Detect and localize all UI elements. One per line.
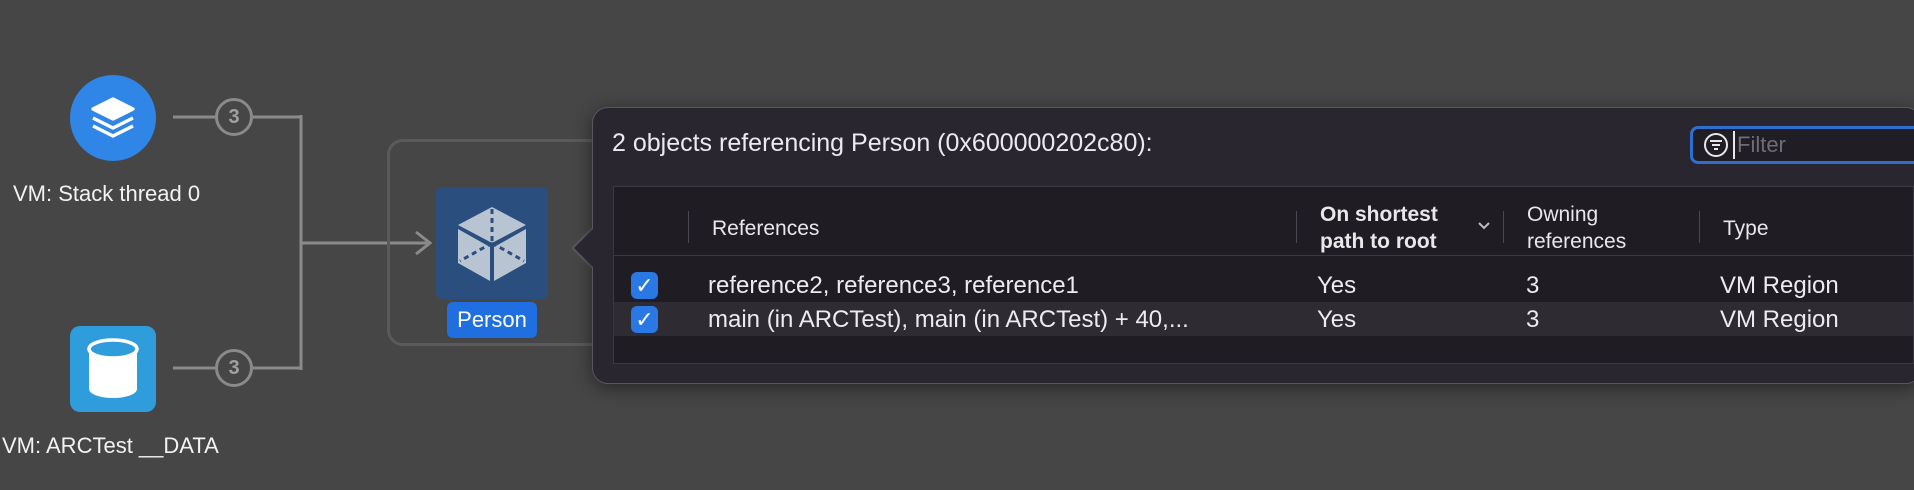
- stack-thread-label: VM: Stack thread 0: [13, 181, 201, 206]
- memory-graph-canvas: VM: Stack thread 0 3 VM: ARCTest __DATA …: [0, 0, 1914, 490]
- column-header-owning[interactable]: Owning references: [1527, 201, 1626, 255]
- table-row[interactable]: ✓ reference2, reference3, reference1 Yes…: [614, 268, 1913, 302]
- column-header-shortest-line2: path to root: [1320, 230, 1437, 253]
- column-header-references[interactable]: References: [712, 215, 819, 242]
- references-cell: main (in ARCTest), main (in ARCTest) + 4…: [708, 306, 1189, 333]
- shortest-path-cell: Yes: [1317, 306, 1357, 333]
- reference-count-badge: 3: [215, 98, 253, 136]
- row-checkbox[interactable]: ✓: [631, 272, 658, 299]
- type-cell: VM Region: [1720, 306, 1839, 333]
- column-separator: [688, 211, 689, 243]
- stack-thread-node-icon[interactable]: [70, 75, 156, 161]
- column-header-shortest-line1: On shortest: [1320, 203, 1438, 226]
- sort-chevron-down-icon[interactable]: [1477, 221, 1491, 231]
- filter-input[interactable]: [1733, 131, 1914, 159]
- table-row[interactable]: ✓ main (in ARCTest), main (in ARCTest) +…: [614, 302, 1913, 336]
- filter-icon: [1703, 132, 1729, 158]
- column-header-shortest-path[interactable]: On shortest path to root: [1320, 201, 1438, 255]
- shortest-path-cell: Yes: [1317, 272, 1357, 299]
- person-node-label[interactable]: Person: [447, 302, 537, 338]
- column-header-owning-line2: references: [1527, 230, 1627, 253]
- column-separator: [1296, 211, 1297, 243]
- column-header-type[interactable]: Type: [1723, 215, 1769, 242]
- type-cell: VM Region: [1720, 272, 1839, 299]
- popover-title: 2 objects referencing Person (0x60000020…: [612, 129, 1153, 157]
- arctest-data-node-icon[interactable]: [70, 326, 156, 412]
- column-separator: [1699, 211, 1700, 243]
- owning-references-cell: 3: [1526, 272, 1540, 299]
- row-checkbox[interactable]: ✓: [631, 306, 658, 333]
- owning-references-cell: 3: [1526, 306, 1540, 333]
- person-node-icon[interactable]: [436, 187, 548, 299]
- popover-arrow-fill: [574, 228, 594, 268]
- filter-field[interactable]: [1690, 126, 1914, 164]
- column-header-owning-line1: Owning: [1527, 203, 1599, 226]
- reference-count-badge: 3: [215, 349, 253, 387]
- cube-object-icon: [458, 207, 526, 281]
- table-header: References On shortest path to root Owni…: [614, 187, 1913, 256]
- column-separator: [1503, 211, 1504, 243]
- database-cylinder-icon: [87, 338, 139, 398]
- arctest-data-label: VM: ARCTest __DATA: [2, 433, 219, 458]
- references-table: References On shortest path to root Owni…: [613, 186, 1914, 364]
- stack-layers-icon: [91, 97, 135, 138]
- references-cell: reference2, reference3, reference1: [708, 272, 1079, 299]
